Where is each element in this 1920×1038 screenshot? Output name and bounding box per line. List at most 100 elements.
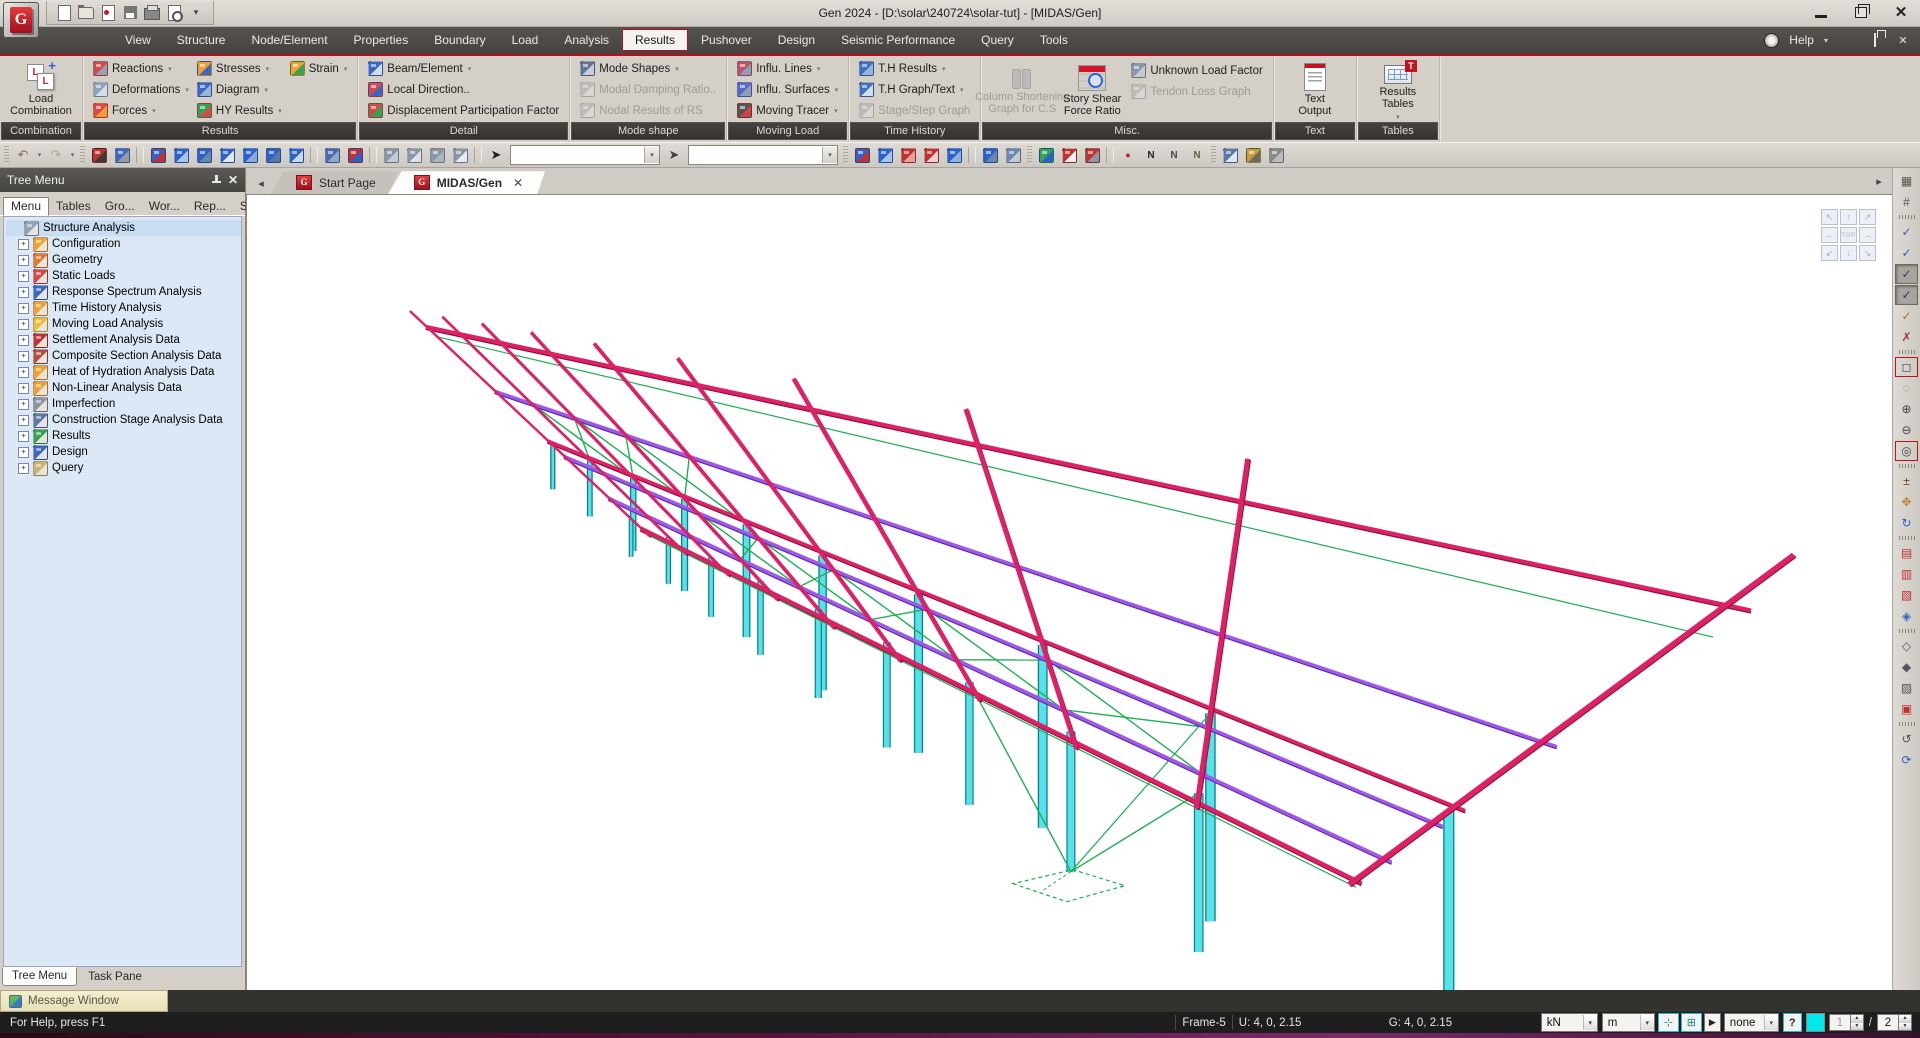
view-iso-button[interactable]: ◈	[1895, 606, 1918, 626]
tree-item-moving-load-analysis[interactable]: +Moving Load Analysis	[6, 316, 241, 332]
select-plane-button[interactable]	[239, 144, 261, 166]
doc-restore-button[interactable]	[1866, 34, 1884, 46]
tree-item-composite-section-analysis-data[interactable]: +Composite Section Analysis Data	[6, 348, 241, 364]
tree-item-static-loads[interactable]: +Static Loads	[6, 268, 241, 284]
run-button[interactable]: ▶	[1704, 1013, 1721, 1032]
toolbar-drag-handle[interactable]	[1027, 146, 1032, 164]
help-caret-icon[interactable]: ▾	[1824, 36, 1828, 45]
reactions-button[interactable]: Reactions▾	[90, 59, 192, 79]
menu-node-element[interactable]: Node/Element	[238, 29, 340, 51]
unselect-single-button[interactable]	[380, 144, 402, 166]
tree-item-time-history-analysis[interactable]: +Time History Analysis	[6, 300, 241, 316]
tree-expander-icon[interactable]: +	[18, 303, 29, 314]
pan-button[interactable]: ✥	[1895, 492, 1918, 512]
tree-item-heat-of-hydration-analysis-data[interactable]: +Heat of Hydration Analysis Data	[6, 364, 241, 380]
diagram-button[interactable]: Diagram▾	[194, 80, 285, 100]
new-file-icon[interactable]	[55, 4, 73, 22]
named-pointer-button[interactable]: ➤	[485, 144, 507, 166]
unselect-sphere-button[interactable]	[449, 144, 471, 166]
tab-midas-gen[interactable]: G MIDAS/Gen ✕	[388, 171, 545, 194]
menu-load[interactable]: Load	[499, 29, 552, 51]
window-total-stepper[interactable]: 2 ▲▼	[1877, 1014, 1912, 1031]
lock-model-button[interactable]	[1242, 144, 1264, 166]
dropdown-caret-icon[interactable]: ▾	[817, 65, 821, 73]
unknown-load-factor-button[interactable]: Unknown Load Factor	[1128, 61, 1266, 81]
menu-analysis[interactable]: Analysis	[551, 29, 622, 51]
dropdown-caret-icon[interactable]: ▾	[960, 86, 964, 94]
node-table-button[interactable]: ▦	[1895, 171, 1918, 191]
influ-surfaces-button[interactable]: Influ. Surfaces▾	[734, 80, 841, 100]
displacement-participation-factor-button[interactable]: Displacement Participation Factor	[365, 101, 562, 121]
select-intersect-button[interactable]	[344, 144, 366, 166]
panel-tab-rep[interactable]: Rep...	[187, 198, 233, 215]
close-button[interactable]: ✕	[1888, 3, 1914, 21]
text-output-button[interactable]: TextOutput	[1281, 58, 1349, 121]
grid-check-button[interactable]: ✓	[1895, 243, 1918, 263]
viewcube-arrow-button[interactable]: ↙	[1821, 245, 1838, 261]
grid-button[interactable]: #	[1895, 192, 1918, 212]
query-button[interactable]: ?	[1783, 1013, 1802, 1032]
help-menu[interactable]: Help	[1789, 33, 1814, 47]
element-number-button[interactable]: N	[1163, 144, 1185, 166]
name-display-button[interactable]: N	[1186, 144, 1208, 166]
view-front-button[interactable]: ▤	[1895, 543, 1918, 563]
select-window-button[interactable]	[170, 144, 192, 166]
load-combination-button[interactable]: LLLoadCombination	[7, 58, 75, 121]
viewcube-arrow-button[interactable]: →	[1859, 227, 1876, 243]
activate-line-button[interactable]: ✓	[1895, 306, 1918, 326]
zoom-scale-button[interactable]: ±	[1895, 471, 1918, 491]
tree-item-results[interactable]: +Results	[6, 428, 241, 444]
tree-expander-icon[interactable]: +	[18, 319, 29, 330]
viewcube-arrow-button[interactable]: ↑	[1840, 209, 1857, 225]
doc-close-button[interactable]: ✕	[1894, 34, 1912, 47]
redraw-button[interactable]: ⟳	[1895, 750, 1918, 770]
pin-icon[interactable]	[211, 175, 222, 186]
pan-lr-button[interactable]	[943, 144, 965, 166]
local-direction--button[interactable]: Local Direction..	[365, 80, 562, 100]
zoom-fit-button[interactable]	[851, 144, 873, 166]
select-sphere-button[interactable]	[285, 144, 307, 166]
menu-seismic-performance[interactable]: Seismic Performance	[828, 29, 968, 51]
tree-expander-icon[interactable]: +	[18, 383, 29, 394]
select-name-combo[interactable]: ▾	[510, 145, 660, 165]
mode-shapes-button[interactable]: Mode Shapes▾	[577, 59, 719, 79]
tab-start-page[interactable]: G Start Page	[270, 171, 398, 194]
select-mesh-button[interactable]: ✓	[1895, 222, 1918, 242]
menu-pushover[interactable]: Pushover	[688, 29, 765, 51]
t-h-results-button[interactable]: T.H Results▾	[856, 59, 973, 79]
copy-image-button[interactable]	[1219, 144, 1241, 166]
zoom-auto-button[interactable]: ◌	[1895, 378, 1918, 398]
viewcube-arrow-button[interactable]: ↗	[1859, 209, 1876, 225]
midas-gen-logo-icon[interactable]: G	[3, 2, 39, 38]
zoom-window-button[interactable]	[874, 144, 896, 166]
group-tree-button[interactable]	[111, 144, 133, 166]
dropdown-caret-icon[interactable]: ▾	[835, 86, 839, 94]
dropdown-caret-icon[interactable]: ▾	[344, 65, 348, 73]
tree-expander-icon[interactable]: +	[18, 367, 29, 378]
tree-expander-icon[interactable]: +	[18, 351, 29, 362]
viewcube-arrow-button[interactable]: ↖	[1821, 209, 1838, 225]
dropdown-caret-icon[interactable]: ▾	[185, 86, 189, 94]
viewcube-arrow-button[interactable]: ↓	[1840, 245, 1857, 261]
unselect-window-button[interactable]	[403, 144, 425, 166]
tree-item-query[interactable]: +Query	[6, 460, 241, 476]
select-previous-button[interactable]	[193, 144, 215, 166]
enlarge-button[interactable]	[920, 144, 942, 166]
tree-item-configuration[interactable]: +Configuration	[6, 236, 241, 252]
forces-button[interactable]: Forces▾	[90, 101, 192, 121]
influ-lines-button[interactable]: Influ. Lines▾	[734, 59, 841, 79]
selection-mode-select[interactable]: none▾	[1724, 1013, 1779, 1032]
dropdown-caret-icon[interactable]: ▾	[168, 65, 172, 73]
open-file-icon[interactable]	[77, 4, 95, 22]
shrink-button[interactable]	[897, 144, 919, 166]
perspective-button[interactable]	[1002, 144, 1024, 166]
model-viewport[interactable]: ↖↑↗←TOP→↙↓↘	[246, 195, 1892, 990]
tree-expander-icon[interactable]: +	[18, 287, 29, 298]
length-unit-select[interactable]: m▾	[1602, 1013, 1655, 1032]
rotate-button[interactable]: ↻	[1895, 513, 1918, 533]
tree-expander-icon[interactable]: +	[18, 271, 29, 282]
dropdown-caret-icon[interactable]: ▾	[1396, 113, 1400, 121]
combo-caret-icon[interactable]: ▾	[822, 147, 837, 163]
dropdown-caret-icon[interactable]: ▾	[35, 145, 44, 165]
dropdown-caret-icon[interactable]: ▾	[942, 65, 946, 73]
